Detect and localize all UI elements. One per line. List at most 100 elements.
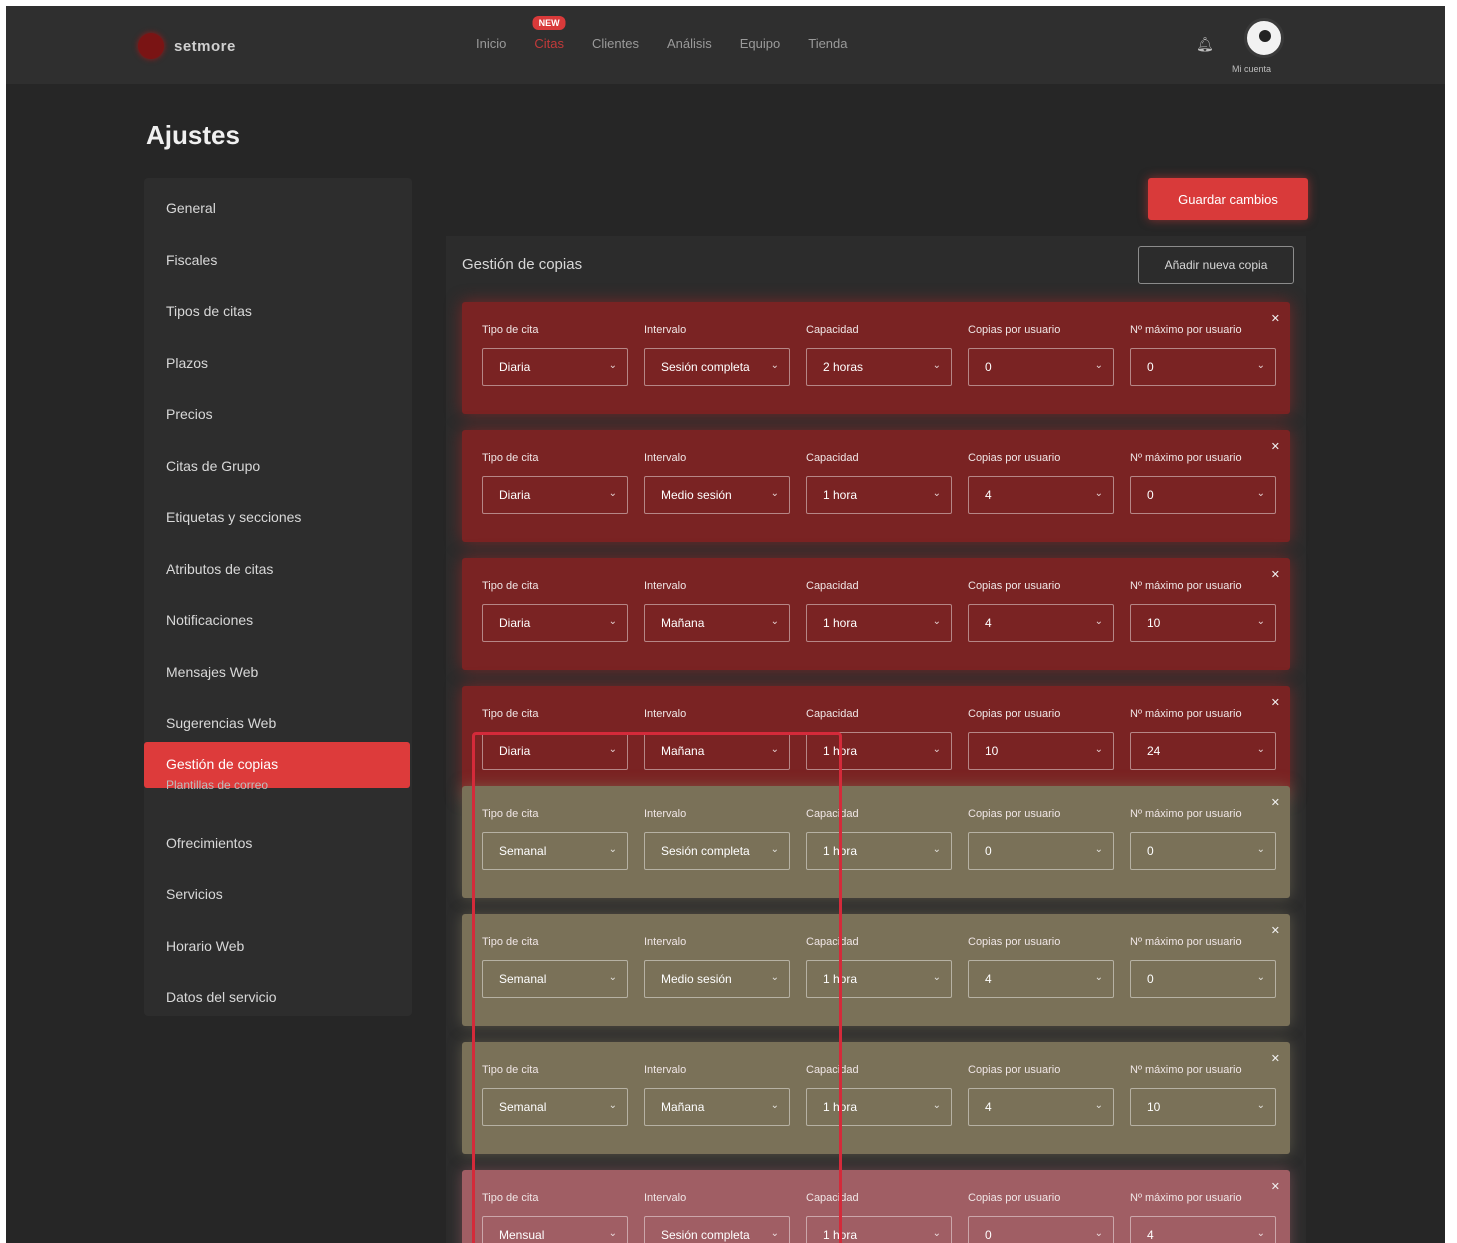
capacity-select[interactable]: 1 hora ⌄ — [806, 960, 952, 998]
appointment-type-select[interactable]: Diaria ⌄ — [482, 732, 628, 770]
capacity-select[interactable]: 1 hora ⌄ — [806, 1088, 952, 1126]
field-group: Copias por usuario 0 ⌄ — [968, 324, 1114, 386]
save-changes-button[interactable]: Guardar cambios — [1148, 178, 1308, 220]
appointment-type-select[interactable]: Mensual ⌄ — [482, 1216, 628, 1243]
appointment-type-select[interactable]: Semanal ⌄ — [482, 1088, 628, 1126]
chevron-down-icon: ⌄ — [1256, 488, 1265, 499]
sidebar-item-citas-de-grupo[interactable]: Citas de Grupo — [166, 458, 260, 474]
appointment-type-select[interactable]: Semanal ⌄ — [482, 960, 628, 998]
nav-item-clientes[interactable]: Clientes — [592, 36, 639, 51]
field-group: Nº máximo por usuario 10 ⌄ — [1130, 1064, 1276, 1126]
field-label: Capacidad — [806, 708, 859, 720]
copies-per-user-input[interactable]: 0 ⌄ — [968, 348, 1114, 386]
field-value: 1 hora — [823, 1100, 858, 1114]
field-group: Intervalo Medio sesión ⌄ — [644, 452, 790, 514]
field-group: Tipo de cita Diaria ⌄ — [482, 324, 628, 386]
appointment-type-select[interactable]: Diaria ⌄ — [482, 476, 628, 514]
sidebar-item-notificaciones[interactable]: Notificaciones — [166, 612, 253, 628]
field-value: 1 hora — [823, 1228, 858, 1242]
copies-per-user-input[interactable]: 4 ⌄ — [968, 960, 1114, 998]
nav-item-tienda[interactable]: Tienda — [808, 36, 847, 51]
field-label: Tipo de cita — [482, 580, 539, 592]
interval-select[interactable]: Mañana ⌄ — [644, 732, 790, 770]
sidebar-item-general[interactable]: General — [166, 200, 216, 216]
appointment-type-select[interactable]: Diaria ⌄ — [482, 604, 628, 642]
max-per-user-input[interactable]: 10 ⌄ — [1130, 604, 1276, 642]
capacity-select[interactable]: 1 hora ⌄ — [806, 732, 952, 770]
field-value: Semanal — [499, 972, 547, 986]
field-value: 4 — [985, 972, 992, 986]
interval-select[interactable]: Sesión completa ⌄ — [644, 832, 790, 870]
appointment-type-select[interactable]: Diaria ⌄ — [482, 348, 628, 386]
field-value: 4 — [1147, 1228, 1154, 1242]
appointment-type-select[interactable]: Semanal ⌄ — [482, 832, 628, 870]
sidebar-item-plantillas[interactable]: Plantillas de correo — [166, 778, 268, 792]
interval-select[interactable]: Mañana ⌄ — [644, 1088, 790, 1126]
user-menu-label[interactable]: Mi cuenta — [1232, 64, 1271, 74]
copies-per-user-input[interactable]: 0 ⌄ — [968, 832, 1114, 870]
sidebar-item-tipos-de-citas[interactable]: Tipos de citas — [166, 303, 252, 319]
bell-icon[interactable]: 🔔︎ — [1196, 36, 1214, 52]
add-copy-button[interactable]: Añadir nueva copia — [1138, 246, 1294, 284]
sidebar-item-fiscales[interactable]: Fiscales — [166, 252, 217, 268]
nav-item-analisis[interactable]: Análisis — [667, 36, 712, 51]
chevron-down-icon: ⌄ — [932, 616, 941, 627]
max-per-user-input[interactable]: 0 ⌄ — [1130, 832, 1276, 870]
capacity-select[interactable]: 2 horas ⌄ — [806, 348, 952, 386]
sidebar-item-precios[interactable]: Precios — [166, 406, 213, 422]
copies-per-user-input[interactable]: 4 ⌄ — [968, 476, 1114, 514]
field-label: Capacidad — [806, 936, 859, 948]
capacity-select[interactable]: 1 hora ⌄ — [806, 832, 952, 870]
field-label: Tipo de cita — [482, 452, 539, 464]
sidebar-item-etiquetas[interactable]: Etiquetas y secciones — [166, 509, 301, 525]
chevron-down-icon: ⌄ — [608, 844, 617, 855]
field-value: Semanal — [499, 844, 547, 858]
sidebar-item-datos-del-servicio[interactable]: Datos del servicio — [166, 989, 277, 1005]
field-value: 10 — [985, 744, 999, 758]
copies-per-user-input[interactable]: 4 ⌄ — [968, 604, 1114, 642]
interval-select[interactable]: Sesión completa ⌄ — [644, 1216, 790, 1243]
field-label: Copias por usuario — [968, 1064, 1061, 1076]
sidebar-item-mensajes-web[interactable]: Mensajes Web — [166, 664, 258, 680]
interval-select[interactable]: Sesión completa ⌄ — [644, 348, 790, 386]
capacity-select[interactable]: 1 hora ⌄ — [806, 476, 952, 514]
max-per-user-input[interactable]: 0 ⌄ — [1130, 348, 1276, 386]
field-value: Medio sesión — [661, 488, 732, 502]
sidebar-item-servicios[interactable]: Servicios — [166, 886, 223, 902]
field-value: Mañana — [661, 616, 705, 630]
sidebar-item-atributos[interactable]: Atributos de citas — [166, 561, 273, 577]
nav-item-equipo[interactable]: Equipo — [740, 36, 780, 51]
field-label: Nº máximo por usuario — [1130, 708, 1242, 720]
chevron-down-icon: ⌄ — [608, 972, 617, 983]
avatar[interactable] — [1244, 18, 1284, 58]
field-label: Tipo de cita — [482, 936, 539, 948]
interval-select[interactable]: Medio sesión ⌄ — [644, 960, 790, 998]
capacity-select[interactable]: 1 hora ⌄ — [806, 604, 952, 642]
sidebar-item-horario-web[interactable]: Horario Web — [166, 938, 244, 954]
nav-item-citas[interactable]: NEW Citas — [532, 16, 566, 51]
brand-logo[interactable]: setmore — [138, 30, 236, 62]
max-per-user-input[interactable]: 4 ⌄ — [1130, 1216, 1276, 1243]
nav-item-inicio[interactable]: Inicio — [476, 36, 506, 51]
chevron-down-icon: ⌄ — [1256, 972, 1265, 983]
sidebar-item-ofrecimientos[interactable]: Ofrecimientos — [166, 835, 252, 851]
copies-per-user-input[interactable]: 0 ⌄ — [968, 1216, 1114, 1243]
chevron-down-icon: ⌄ — [770, 1100, 779, 1111]
max-per-user-input[interactable]: 0 ⌄ — [1130, 476, 1276, 514]
chevron-down-icon: ⌄ — [932, 844, 941, 855]
sidebar-item-plazos[interactable]: Plazos — [166, 355, 208, 371]
interval-select[interactable]: Mañana ⌄ — [644, 604, 790, 642]
interval-select[interactable]: Medio sesión ⌄ — [644, 476, 790, 514]
max-per-user-input[interactable]: 24 ⌄ — [1130, 732, 1276, 770]
field-group: Capacidad 1 hora ⌄ — [806, 1064, 952, 1126]
field-group: Copias por usuario 4 ⌄ — [968, 936, 1114, 998]
capacity-select[interactable]: 1 hora ⌄ — [806, 1216, 952, 1243]
copies-per-user-input[interactable]: 10 ⌄ — [968, 732, 1114, 770]
copies-per-user-input[interactable]: 4 ⌄ — [968, 1088, 1114, 1126]
chevron-down-icon: ⌄ — [608, 488, 617, 499]
max-per-user-input[interactable]: 0 ⌄ — [1130, 960, 1276, 998]
app-window: setmore Inicio NEW Citas Clientes Anális… — [6, 6, 1445, 1243]
field-label: Copias por usuario — [968, 1192, 1061, 1204]
sidebar-item-sugerencias-web[interactable]: Sugerencias Web — [166, 715, 276, 731]
max-per-user-input[interactable]: 10 ⌄ — [1130, 1088, 1276, 1126]
